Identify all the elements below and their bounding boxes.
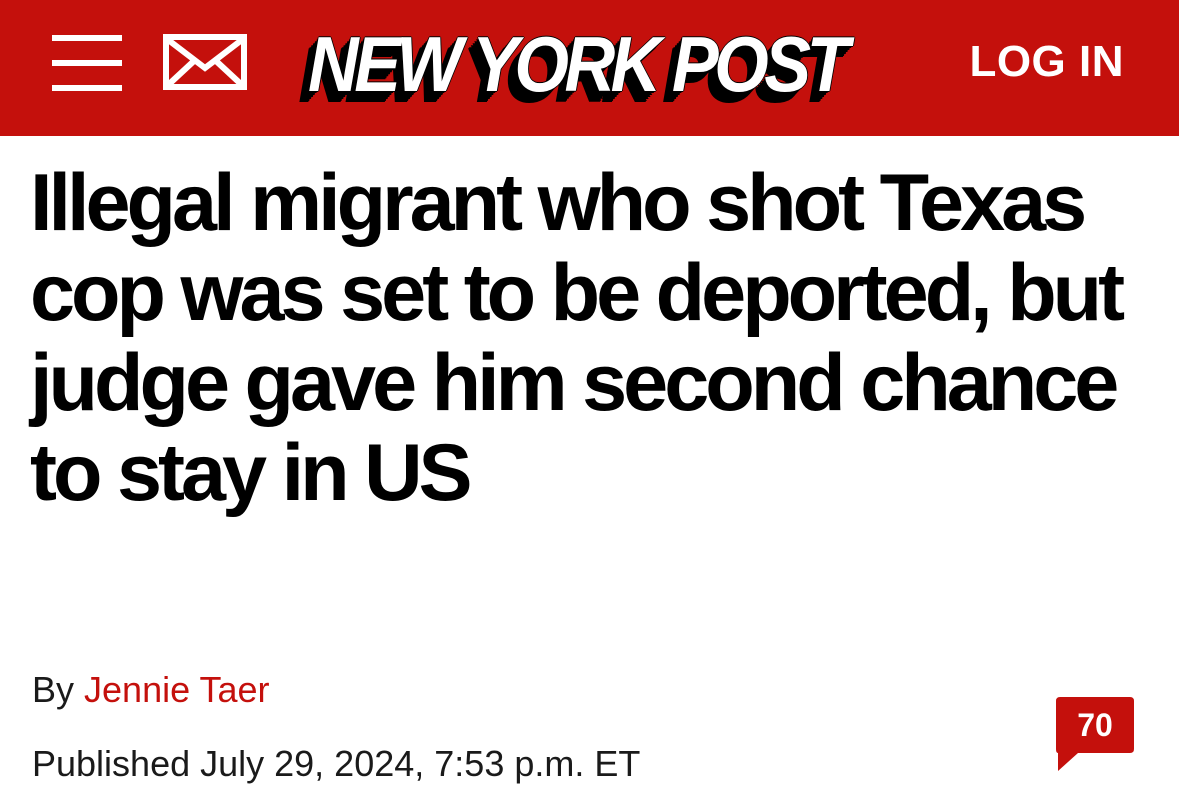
menu-bar: [52, 35, 122, 41]
site-header: NEW YORK POST LOG IN: [0, 0, 1179, 136]
envelope-icon[interactable]: [163, 34, 247, 90]
article-headline: Illegal migrant who shot Texas cop was s…: [30, 158, 1125, 518]
comments-button[interactable]: 70: [1056, 697, 1134, 773]
comment-count: 70: [1077, 707, 1113, 743]
byline: By Jennie Taer: [32, 668, 270, 712]
logo-wordmark: NEW YORK POST: [308, 20, 849, 108]
author-link[interactable]: Jennie Taer: [84, 669, 269, 710]
menu-bar: [52, 60, 122, 66]
byline-prefix: By: [32, 669, 75, 710]
login-button[interactable]: LOG IN: [969, 38, 1124, 86]
published-date: Published July 29, 2024, 7:53 p.m. ET: [32, 743, 641, 784]
menu-bar: [52, 85, 122, 91]
hamburger-menu-icon[interactable]: [52, 35, 122, 91]
site-logo[interactable]: NEW YORK POST: [288, 14, 892, 110]
